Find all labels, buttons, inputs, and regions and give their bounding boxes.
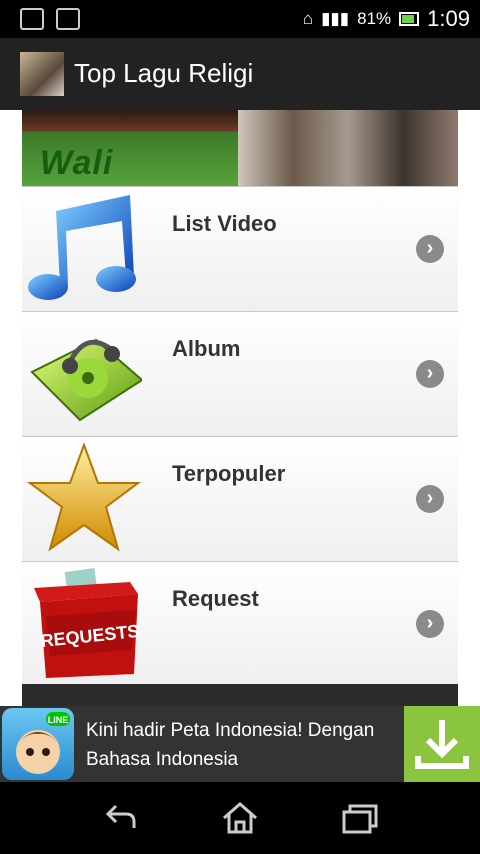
- navigation-bar: [0, 782, 480, 854]
- requests-box-icon: REQUESTS: [34, 568, 140, 678]
- menu-item-list-video[interactable]: List Video ›: [22, 186, 458, 311]
- ad-text: Kini hadir Peta Indonesia! Dengan Bahasa…: [86, 720, 375, 770]
- app-logo: [20, 52, 64, 96]
- menu-item-album[interactable]: Album ›: [22, 311, 458, 436]
- gallery-notification-icon: [20, 8, 44, 30]
- battery-percent: 81%: [357, 9, 392, 28]
- header-banner: Wali: [22, 110, 458, 186]
- back-button-icon[interactable]: [100, 800, 140, 836]
- battery-icon: [399, 12, 420, 26]
- download-button[interactable]: [404, 706, 480, 782]
- main-content[interactable]: Wali List Video › Album › Terpopuler › R…: [0, 110, 480, 706]
- recent-apps-button-icon[interactable]: [340, 800, 380, 836]
- music-note-icon: [28, 195, 136, 300]
- menu-item-label: Album: [172, 336, 241, 361]
- chevron-right-icon: ›: [416, 235, 444, 263]
- app-title: Top Lagu Religi: [74, 58, 254, 88]
- signal-icon: ▮▮▮: [321, 9, 350, 28]
- action-bar: Top Lagu Religi: [0, 38, 480, 110]
- line-badge: LINE: [48, 715, 69, 725]
- menu-item-request[interactable]: REQUESTS Request ›: [22, 561, 458, 686]
- chevron-right-icon: ›: [416, 485, 444, 513]
- line-game-icon: LINE: [2, 708, 74, 780]
- menu-item-label: Request: [172, 586, 259, 611]
- bbm-notification-icon: [56, 8, 80, 30]
- home-button-icon[interactable]: [220, 800, 260, 836]
- star-icon: [27, 442, 141, 552]
- band-logo-image: Wali: [22, 110, 238, 186]
- menu-item-terpopuler[interactable]: Terpopuler ›: [22, 436, 458, 561]
- clock: 1:09: [427, 6, 470, 31]
- download-icon: [415, 720, 469, 769]
- ad-banner[interactable]: LINE Kini hadir Peta Indonesia! Dengan B…: [0, 706, 480, 782]
- album-headphones-icon: [30, 338, 142, 422]
- chevron-right-icon: ›: [416, 610, 444, 638]
- chevron-right-icon: ›: [416, 360, 444, 388]
- menu-item-label: List Video: [172, 211, 277, 236]
- menu-item-label: Terpopuler: [172, 461, 286, 486]
- list-footer: [22, 684, 458, 706]
- menu-list: List Video › Album › Terpopuler › REQUES…: [22, 186, 458, 686]
- status-bar: ⌂ ▮▮▮ 81% 1:09: [0, 0, 480, 38]
- silent-mode-icon: ⌂: [302, 9, 314, 28]
- band-logo: Wali: [40, 144, 114, 182]
- band-photo: [238, 110, 458, 186]
